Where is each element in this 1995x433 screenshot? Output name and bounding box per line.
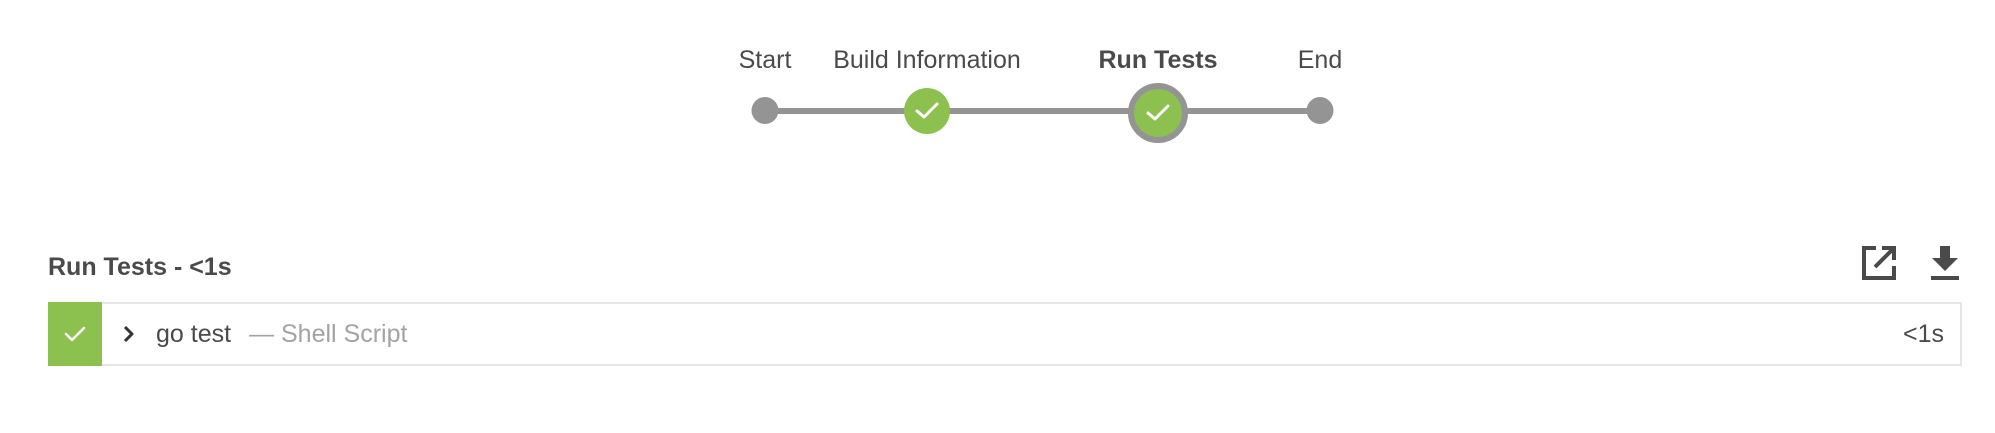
step-name: go test — [156, 319, 232, 348]
step-type: — Shell Script — [249, 319, 408, 348]
stage-node-start — [751, 97, 779, 124]
stage-node-build-information[interactable] — [904, 88, 950, 134]
check-icon — [64, 326, 86, 342]
stage-label-build-information[interactable]: Build Information — [833, 46, 1021, 75]
check-icon — [915, 102, 939, 119]
download-log-button[interactable] — [1925, 243, 1965, 283]
step-status-success — [48, 302, 102, 366]
check-icon — [1146, 104, 1170, 121]
stage-label-run-tests[interactable]: Run Tests — [1099, 46, 1218, 75]
step-row[interactable]: go test — Shell Script <1s — [48, 302, 1962, 366]
stage-label-start: Start — [738, 46, 792, 74]
download-icon — [1931, 246, 1959, 280]
stage-node-end — [1306, 97, 1334, 124]
step-duration: <1s — [1902, 319, 1944, 348]
stage-label-end: End — [1297, 46, 1343, 74]
step-section-title: Run Tests - <1s — [48, 253, 232, 281]
pipeline-connector — [765, 108, 1320, 114]
chevron-right-icon — [123, 325, 134, 343]
open-in-new-window-button[interactable] — [1859, 243, 1899, 283]
section-actions — [1859, 243, 1965, 283]
open-external-icon — [1862, 246, 1896, 280]
pipeline-graph: Start Build Information Run Tests End — [0, 0, 1995, 160]
stage-node-run-tests[interactable] — [1128, 83, 1188, 143]
expand-step-toggle[interactable] — [122, 324, 142, 344]
